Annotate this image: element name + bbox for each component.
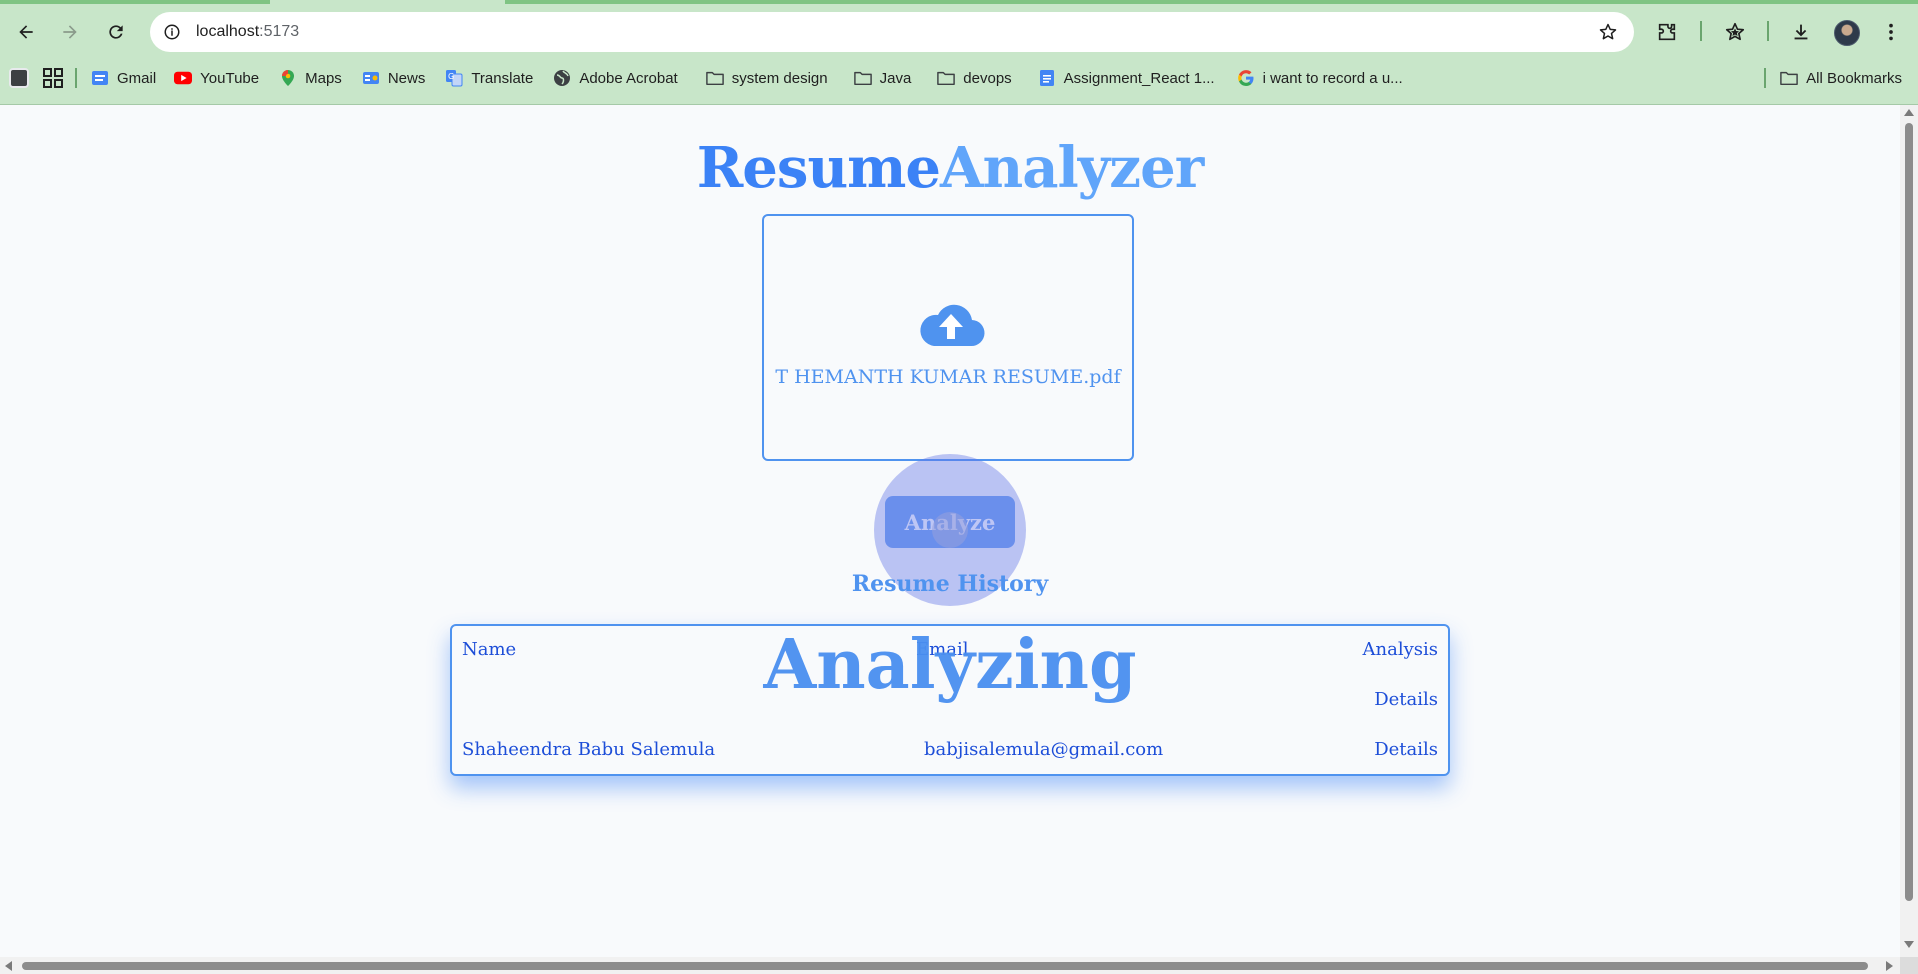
folder-icon (1780, 69, 1798, 87)
bookmark-label: Maps (305, 69, 342, 87)
maps-icon (279, 69, 297, 87)
folder-icon (853, 69, 872, 87)
bookmark-folder-java[interactable]: Java (848, 64, 918, 92)
tab-strip-accent (505, 0, 1918, 4)
file-upload-dropzone[interactable]: T HEMANTH KUMAR RESUME.pdf (762, 214, 1134, 461)
docs-icon (1038, 69, 1056, 87)
globe-icon (553, 69, 571, 87)
bookmark-news[interactable]: News (356, 64, 432, 92)
tab-strip-accent (0, 0, 270, 4)
bookmark-maps[interactable]: Maps (273, 64, 348, 92)
bookmark-label: i want to record a u... (1262, 69, 1403, 87)
toolbar-divider (1767, 21, 1769, 41)
bookmark-label: system design (731, 69, 828, 87)
address-bar[interactable]: localhost:5173 (150, 12, 1634, 52)
arrow-left-icon (19, 25, 33, 39)
bookmark-translate[interactable]: G Translate (439, 64, 539, 92)
news-icon (362, 69, 380, 87)
bookmarks-divider (1764, 68, 1767, 88)
details-link[interactable]: Details (1374, 739, 1438, 760)
app-title: ResumeAnalyzer (0, 135, 1900, 201)
bookmark-assignment-react[interactable]: Assignment_React 1... (1032, 64, 1221, 92)
translate-icon: G (445, 69, 463, 87)
browser-chrome: localhost:5173 Gmail YouTube Maps News G… (0, 0, 1918, 105)
bookmark-label: Java (879, 69, 912, 87)
menu-kebab-icon[interactable] (1873, 14, 1909, 50)
scroll-up-arrow-icon[interactable] (1904, 109, 1914, 116)
page-viewport: ResumeAnalyzer T HEMANTH KUMAR RESUME.pd… (0, 105, 1900, 957)
scroll-down-arrow-icon[interactable] (1904, 941, 1914, 948)
profile-avatar[interactable] (1834, 20, 1860, 46)
folder-icon (937, 69, 956, 87)
bookmarks-bar: Gmail YouTube Maps News G Translate Adob… (0, 62, 1918, 94)
reload-icon (109, 25, 123, 39)
vertical-scroll-thumb[interactable] (1905, 123, 1913, 901)
loading-spinner-center (932, 512, 968, 548)
app-title-part1: Resume (696, 135, 941, 201)
youtube-icon (174, 69, 193, 87)
url-host: localhost (196, 23, 260, 40)
bookmark-star-icon[interactable] (1596, 20, 1620, 44)
bookmarks-divider (75, 68, 77, 88)
toolbar-divider (1700, 21, 1702, 41)
bookmark-label: Adobe Acrobat (579, 69, 678, 87)
back-button[interactable] (8, 14, 44, 50)
bookmark-google-search[interactable]: i want to record a u... (1231, 64, 1409, 92)
svg-text:G: G (448, 72, 454, 81)
cloud-upload-icon (920, 304, 985, 347)
history-title: Resume History (851, 571, 1049, 597)
column-header-analysis: Analysis (1362, 639, 1438, 660)
bookmark-label: YouTube (200, 69, 260, 87)
column-header-email: Email (916, 639, 969, 660)
arrow-right-icon (63, 25, 77, 39)
extensions-icon[interactable] (1649, 14, 1685, 50)
all-bookmarks-label: All Bookmarks (1806, 69, 1902, 87)
bookmark-folder-system-design[interactable]: system design (700, 64, 834, 92)
bookmark-label: Translate (471, 69, 534, 87)
download-icon[interactable] (1783, 14, 1819, 50)
gmail-icon (91, 69, 109, 87)
bookmark-folder-devops[interactable]: devops (931, 64, 1017, 92)
horizontal-scroll-thumb[interactable] (22, 962, 1868, 970)
horizontal-scrollbar[interactable] (0, 957, 1900, 974)
apps-grid-icon[interactable] (43, 68, 63, 88)
bookmark-adobe-acrobat[interactable]: Adobe Acrobat (547, 64, 683, 92)
row-name: Shaheendra Babu Salemula (462, 739, 716, 760)
bookmark-label: News (387, 69, 426, 87)
all-bookmarks-button[interactable]: All Bookmarks (1774, 64, 1908, 92)
folder-icon (705, 69, 724, 87)
scrollbar-corner (1900, 957, 1918, 974)
site-info-icon[interactable] (158, 18, 186, 46)
uploaded-file-name: T HEMANTH KUMAR RESUME.pdf (775, 366, 1121, 388)
url-port: :5173 (259, 23, 300, 40)
tab-groups-icon[interactable] (9, 68, 29, 88)
google-icon (1237, 69, 1255, 87)
history-table: Name Email Analysis Details Shaheendra B… (450, 624, 1450, 776)
details-link[interactable]: Details (1374, 689, 1438, 710)
bookmark-gmail[interactable]: Gmail (85, 64, 162, 92)
vertical-scrollbar[interactable] (1900, 105, 1918, 957)
row-email: babjisalemula@gmail.com (924, 739, 1164, 760)
url-text: localhost:5173 (196, 23, 299, 41)
bookmark-youtube[interactable]: YouTube (168, 64, 265, 92)
column-header-name: Name (462, 639, 517, 660)
scroll-left-arrow-icon[interactable] (5, 961, 12, 971)
forward-button[interactable] (52, 14, 88, 50)
scroll-right-arrow-icon[interactable] (1886, 961, 1893, 971)
bookmark-label: Assignment_React 1... (1063, 69, 1215, 87)
reload-button[interactable] (98, 14, 134, 50)
app-title-part2: Analyzer (940, 135, 1204, 201)
bookmark-label: Gmail (117, 69, 157, 87)
bookmark-label: devops (963, 69, 1012, 87)
bookmarks-star-icon[interactable] (1717, 14, 1753, 50)
